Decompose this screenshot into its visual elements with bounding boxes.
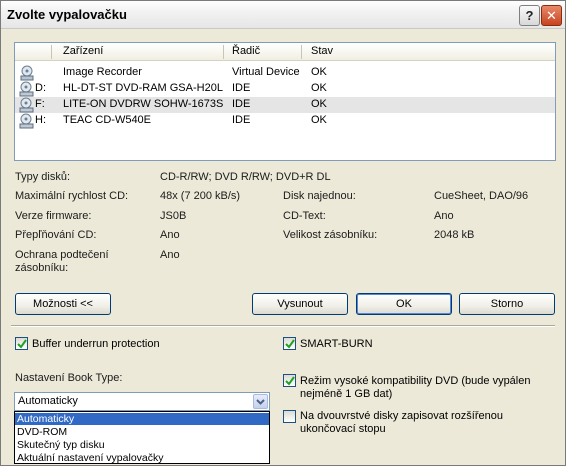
options-button[interactable]: Možnosti << — [15, 293, 111, 315]
dvd-compat-checkbox[interactable] — [283, 374, 296, 387]
cancel-button[interactable]: Storno — [459, 293, 555, 315]
book-type-select[interactable]: Automaticky — [14, 392, 270, 411]
device-controller: Virtual Device — [232, 66, 300, 78]
help-icon: ? — [525, 8, 534, 23]
drive-icon — [19, 97, 34, 113]
dvd-compat-label[interactable]: Režim vysoké kompatibility DVD (bude vyp… — [300, 375, 530, 387]
book-type-dropdown[interactable]: Automaticky DVD-ROM Skutečný typ disku A… — [14, 411, 270, 464]
checkmark-icon — [285, 339, 295, 349]
underrun-value: Ano — [160, 249, 180, 261]
disc-types-label: Typy disků: — [15, 171, 71, 183]
device-row[interactable]: D: HL-DT-ST DVD-RAM GSA-H20L IDE OK — [15, 81, 555, 97]
header-separator[interactable] — [223, 45, 224, 59]
device-status: OK — [311, 66, 327, 78]
option-dvd-rom[interactable]: DVD-ROM — [15, 426, 269, 438]
device-controller: IDE — [232, 98, 251, 110]
device-controller: IDE — [232, 82, 251, 94]
drive-icon — [19, 113, 34, 129]
dual-layer-checkbox[interactable] — [283, 410, 296, 423]
drive-letter: D: — [35, 82, 46, 94]
close-button[interactable]: ✕ — [541, 5, 562, 26]
device-row-selected[interactable]: F: LITE-ON DVDRW SOHW-1673S IDE OK — [15, 97, 555, 113]
recorder-icon — [20, 65, 34, 81]
header-separator[interactable] — [51, 45, 52, 59]
title-bar[interactable]: Zvolte vypalovačku ? ✕ — [1, 1, 565, 29]
firmware-value: JS0B — [160, 210, 187, 222]
device-name: HL-DT-ST DVD-RAM GSA-H20L — [63, 82, 223, 94]
buffer-underrun-checkbox[interactable] — [15, 337, 28, 350]
option-real-type[interactable]: Skutečný typ disku — [15, 439, 269, 451]
device-status: OK — [311, 82, 327, 94]
divider — [11, 325, 555, 327]
disc-types-value: CD-R/RW; DVD R/RW; DVD+R DL — [160, 171, 331, 183]
option-current-setting[interactable]: Aktuální nastavení vypalovačky — [15, 452, 269, 464]
underrun-label: Ochrana podtečení — [15, 249, 109, 261]
device-name: LITE-ON DVDRW SOHW-1673S — [63, 98, 224, 110]
buffer-size-label: Velikost zásobníku: — [283, 229, 378, 241]
option-auto[interactable]: Automaticky — [15, 413, 269, 425]
column-status[interactable]: Stav — [311, 45, 333, 57]
device-list[interactable]: Zařízení Řadič Stav Image Recorder Virtu… — [14, 42, 556, 161]
overburn-value: Ano — [160, 229, 180, 241]
checkmark-icon — [285, 376, 295, 386]
help-button[interactable]: ? — [519, 5, 540, 26]
list-header: Zařízení Řadič Stav — [15, 43, 555, 61]
dual-layer-label[interactable]: Na dvouvrstvé disky zapisovat rozšířenou — [300, 410, 503, 422]
device-name: TEAC CD-W540E — [63, 114, 152, 126]
buffer-underrun-label[interactable]: Buffer underrun protection — [32, 338, 160, 350]
column-device[interactable]: Zařízení — [63, 45, 103, 57]
overburn-label: Přepľňování CD: — [15, 229, 97, 241]
firmware-label: Verze firmware: — [15, 210, 92, 222]
ok-button[interactable]: OK — [356, 293, 452, 315]
disc-at-once-label: Disk najednou: — [283, 190, 356, 202]
smart-burn-label[interactable]: SMART-BURN — [300, 338, 373, 350]
smart-burn-checkbox[interactable] — [283, 337, 296, 350]
checkmark-icon — [17, 339, 27, 349]
window-title: Zvolte vypalovačku — [7, 7, 127, 22]
chevron-down-icon[interactable] — [253, 394, 268, 409]
book-type-selected: Automaticky — [18, 395, 78, 407]
device-row[interactable]: Image Recorder Virtual Device OK — [15, 65, 555, 81]
device-status: OK — [311, 98, 327, 110]
close-icon: ✕ — [546, 7, 557, 23]
drive-icon — [19, 81, 34, 97]
header-separator[interactable] — [301, 45, 302, 59]
dvd-compat-label-2[interactable]: nejméně 1 GB dat) — [300, 388, 392, 400]
cd-text-value: Ano — [434, 210, 454, 222]
column-controller[interactable]: Řadič — [232, 45, 260, 57]
max-speed-value: 48x (7 200 kB/s) — [160, 190, 241, 202]
device-controller: IDE — [232, 114, 251, 126]
drive-letter: H: — [35, 114, 46, 126]
max-speed-label: Maximální rychlost CD: — [15, 190, 129, 202]
device-status: OK — [311, 114, 327, 126]
device-name: Image Recorder — [63, 66, 142, 78]
drive-letter: F: — [35, 98, 45, 110]
buffer-size-value: 2048 kB — [434, 229, 475, 241]
cd-text-label: CD-Text: — [283, 210, 326, 222]
underrun-label-2: zásobníku: — [15, 262, 69, 274]
disc-at-once-value: CueSheet, DAO/96 — [434, 190, 529, 202]
book-type-label: Nastavení Book Type: — [15, 372, 123, 384]
dual-layer-label-2[interactable]: ukončovací stopu — [300, 423, 386, 435]
eject-button[interactable]: Vysunout — [252, 293, 348, 315]
burner-dialog: Zvolte vypalovačku ? ✕ Zařízení Řadič St… — [0, 0, 566, 466]
device-row[interactable]: H: TEAC CD-W540E IDE OK — [15, 113, 555, 129]
